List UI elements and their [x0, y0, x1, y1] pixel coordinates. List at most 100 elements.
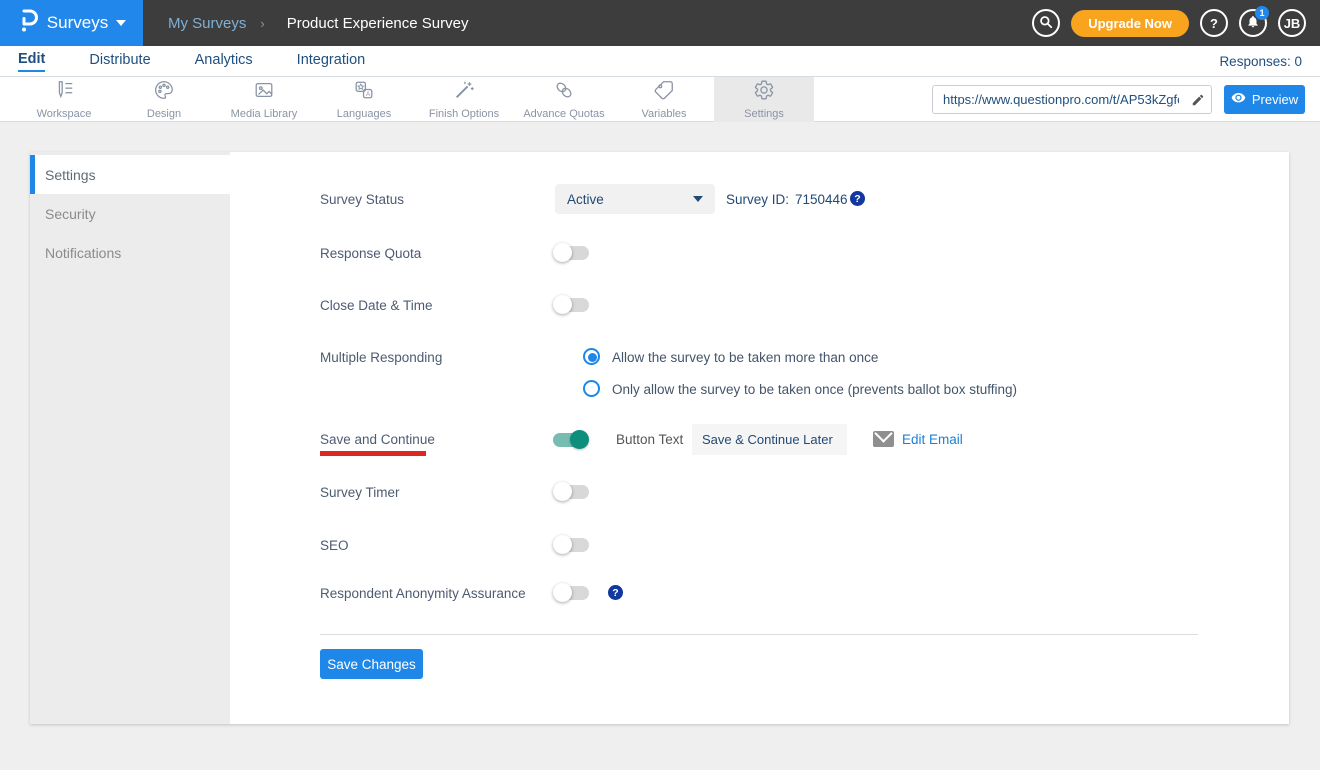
email-envelope-icon[interactable] — [873, 431, 894, 447]
save-changes-button[interactable]: Save Changes — [320, 649, 423, 679]
toolbar-item-media-library[interactable]: Media Library — [214, 77, 314, 122]
breadcrumb-my-surveys[interactable]: My Surveys — [168, 15, 246, 32]
toggle-knob — [553, 482, 572, 501]
save-and-continue-label: Save and Continue — [320, 432, 435, 447]
survey-url-input[interactable] — [933, 92, 1185, 107]
notification-badge: 1 — [1255, 6, 1269, 20]
survey-id-value: 7150446 — [795, 192, 848, 207]
toggle-knob — [553, 295, 572, 314]
button-text-input[interactable] — [692, 424, 847, 455]
toolbar-item-label: Finish Options — [429, 108, 499, 120]
close-date-toggle[interactable] — [555, 298, 589, 312]
toggle-knob — [553, 583, 572, 602]
settings-card: Settings Security Notifications Survey S… — [30, 152, 1289, 724]
preview-label: Preview — [1252, 92, 1298, 107]
toolbar-item-languages[interactable]: A Languages — [314, 77, 414, 122]
notifications-button[interactable]: 1 — [1239, 9, 1267, 37]
product-switcher[interactable]: Surveys — [0, 0, 143, 46]
toolbar-item-label: Advance Quotas — [523, 108, 604, 120]
search-icon — [1039, 15, 1053, 32]
variables-icon — [653, 79, 675, 106]
toggle-knob — [553, 535, 572, 554]
radio-only-once[interactable] — [583, 380, 600, 397]
languages-icon: A — [353, 79, 375, 106]
radio-only-once-label[interactable]: Only allow the survey to be taken once (… — [612, 382, 1017, 397]
tab-integration[interactable]: Integration — [297, 52, 366, 71]
toolbar-item-design[interactable]: Design — [114, 77, 214, 122]
toolbar-item-label: Media Library — [231, 108, 298, 120]
toolbar-item-label: Design — [147, 108, 181, 120]
avatar[interactable]: JB — [1278, 9, 1306, 37]
top-header: Surveys My Surveys › Product Experience … — [0, 0, 1320, 46]
design-icon — [153, 79, 175, 106]
tab-edit[interactable]: Edit — [18, 51, 45, 72]
toolbar-item-label: Languages — [337, 108, 391, 120]
finish-options-icon — [453, 79, 475, 106]
radio-allow-multiple-label[interactable]: Allow the survey to be taken more than o… — [612, 350, 878, 365]
button-text-label: Button Text — [616, 432, 683, 447]
svg-text:A: A — [366, 91, 371, 98]
advance-quotas-icon — [553, 79, 575, 106]
sidebar-item-notifications[interactable]: Notifications — [30, 233, 230, 272]
toolbar-items: Workspace Design Media Library A Languag… — [14, 77, 814, 122]
upgrade-now-button[interactable]: Upgrade Now — [1071, 10, 1189, 37]
seo-toggle[interactable] — [555, 538, 589, 552]
toolbar-item-label: Settings — [744, 108, 784, 120]
toggle-knob — [570, 430, 589, 449]
response-quota-label: Response Quota — [320, 246, 421, 261]
toolbar-item-label: Variables — [641, 108, 686, 120]
section-nav: Edit Distribute Analytics Integration Re… — [0, 46, 1320, 77]
survey-status-value: Active — [567, 192, 604, 207]
search-button[interactable] — [1032, 9, 1060, 37]
survey-status-label: Survey Status — [320, 192, 404, 207]
toolbar-item-variables[interactable]: Variables — [614, 77, 714, 122]
edit-url-pencil-icon[interactable] — [1185, 86, 1211, 113]
toolbar-item-advance-quotas[interactable]: Advance Quotas — [514, 77, 614, 122]
anonymity-help-icon[interactable]: ? — [608, 585, 623, 600]
workspace-icon — [53, 79, 75, 106]
question-mark-icon: ? — [1210, 16, 1218, 31]
edit-email-link[interactable]: Edit Email — [902, 432, 963, 447]
close-date-label: Close Date & Time — [320, 298, 433, 313]
breadcrumb: My Surveys › Product Experience Survey — [168, 0, 468, 46]
survey-url-field — [932, 85, 1212, 114]
seo-label: SEO — [320, 538, 349, 553]
response-quota-toggle[interactable] — [555, 246, 589, 260]
settings-sidebar: Settings Security Notifications — [30, 152, 230, 724]
content-divider — [320, 634, 1198, 635]
tab-analytics[interactable]: Analytics — [195, 52, 253, 71]
survey-timer-label: Survey Timer — [320, 485, 400, 500]
sidebar-item-settings[interactable]: Settings — [30, 155, 230, 194]
save-and-continue-toggle[interactable] — [553, 433, 587, 447]
radio-allow-multiple[interactable] — [583, 348, 600, 365]
media-library-icon — [253, 79, 275, 106]
multiple-responding-label: Multiple Responding — [320, 350, 442, 365]
help-button[interactable]: ? — [1200, 9, 1228, 37]
avatar-initials: JB — [1284, 16, 1301, 31]
settings-icon — [753, 79, 775, 106]
chevron-down-icon — [116, 20, 126, 26]
sidebar-item-label: Notifications — [45, 245, 121, 261]
sidebar-item-security[interactable]: Security — [30, 194, 230, 233]
highlight-underline — [320, 451, 426, 456]
sidebar-item-label: Settings — [45, 167, 96, 183]
toggle-knob — [553, 243, 572, 262]
survey-status-dropdown[interactable]: Active — [555, 184, 715, 214]
sidebar-item-label: Security — [45, 206, 96, 222]
questionpro-logo-icon — [17, 8, 39, 39]
toolbar-item-settings[interactable]: Settings — [714, 77, 814, 122]
survey-id-help-icon[interactable]: ? — [850, 191, 865, 206]
preview-button[interactable]: Preview — [1224, 85, 1305, 114]
nav-tabs: Edit Distribute Analytics Integration — [18, 46, 365, 77]
tab-distribute[interactable]: Distribute — [89, 52, 150, 71]
toolbar-item-finish-options[interactable]: Finish Options — [414, 77, 514, 122]
breadcrumb-separator: › — [260, 16, 264, 31]
header-actions: Upgrade Now ? 1 JB — [1032, 9, 1306, 37]
edit-toolbar: Workspace Design Media Library A Languag… — [0, 77, 1320, 122]
survey-timer-toggle[interactable] — [555, 485, 589, 499]
anonymity-label: Respondent Anonymity Assurance — [320, 586, 526, 601]
chevron-down-icon — [693, 196, 703, 202]
anonymity-toggle[interactable] — [555, 586, 589, 600]
toolbar-item-workspace[interactable]: Workspace — [14, 77, 114, 122]
toolbar-item-label: Workspace — [37, 108, 92, 120]
